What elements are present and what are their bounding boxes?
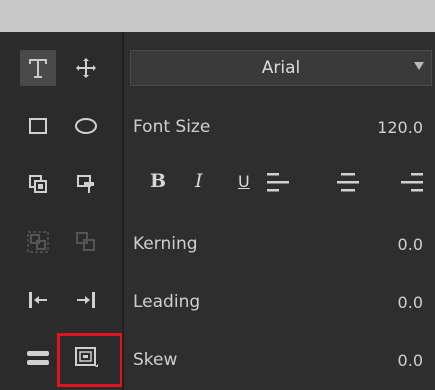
kerning-value[interactable]: 0.0: [398, 235, 423, 254]
italic-button[interactable]: I: [195, 170, 203, 192]
distribute-button[interactable]: [20, 340, 56, 376]
align-left-edge-icon: [29, 292, 47, 308]
ungroup-button[interactable]: [68, 224, 104, 260]
copy-layer-button[interactable]: [20, 166, 56, 202]
font-size-label: Font Size: [133, 117, 211, 137]
kerning-label: Kerning: [133, 234, 198, 254]
text-tool-button[interactable]: [20, 50, 56, 86]
dropdown-arrow-icon: [414, 62, 424, 70]
align-right-edge-icon: [77, 292, 95, 308]
move-tool-icon: [76, 58, 96, 78]
group-button[interactable]: [20, 224, 56, 260]
align-left-icon[interactable]: [266, 170, 290, 196]
underline-button[interactable]: U: [238, 172, 250, 191]
top-bar: [0, 0, 435, 32]
ellipse-tool-icon: [75, 118, 97, 134]
copy-icon: [29, 175, 47, 193]
font-size-value[interactable]: 120.0: [377, 118, 423, 137]
distribute-icon: [27, 351, 49, 365]
paste-layer-button[interactable]: [68, 166, 104, 202]
ellipse-tool-button[interactable]: [68, 108, 104, 144]
move-tool-button[interactable]: [68, 50, 104, 86]
group-icon: [27, 231, 49, 253]
selection-highlight: [57, 333, 123, 387]
align-to-left-button[interactable]: [20, 282, 56, 318]
align-to-right-button[interactable]: [68, 282, 104, 318]
align-right-icon[interactable]: [400, 170, 424, 196]
leading-value[interactable]: 0.0: [398, 293, 423, 312]
font-family-select[interactable]: Arial: [130, 50, 432, 86]
bold-button[interactable]: B: [150, 170, 166, 192]
font-family-value: Arial: [261, 58, 301, 78]
skew-label: Skew: [133, 350, 178, 370]
leading-label: Leading: [133, 292, 201, 312]
skew-value[interactable]: 0.0: [398, 351, 423, 370]
text-tool-icon: [29, 59, 47, 78]
paste-icon: [77, 175, 94, 193]
ungroup-icon: [76, 232, 95, 251]
rectangle-tool-icon: [29, 118, 47, 134]
rectangle-tool-button[interactable]: [20, 108, 56, 144]
align-center-icon[interactable]: [336, 170, 360, 196]
